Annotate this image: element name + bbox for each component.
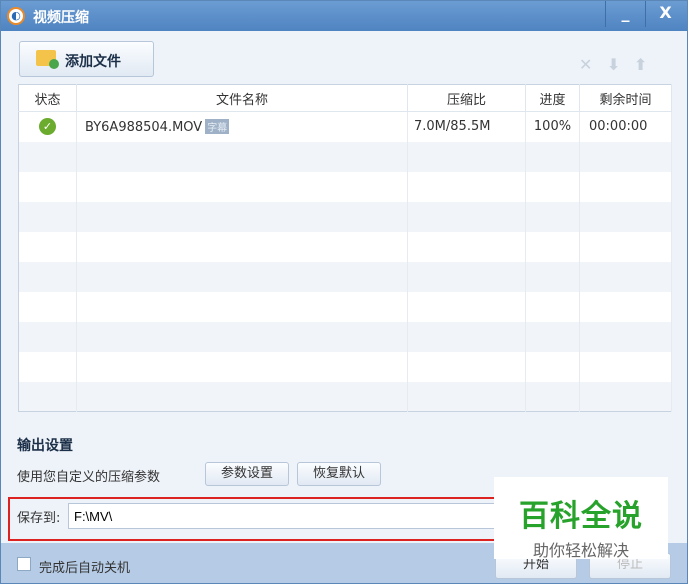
- table-row[interactable]: ✓ BY6A988504.MOV 字幕 7.0M/85.5M 100% 00:00…: [18, 111, 672, 142]
- delete-icon[interactable]: ✕: [579, 55, 592, 74]
- add-file-button[interactable]: 添加文件: [19, 41, 154, 77]
- empty-row: [18, 261, 672, 292]
- app-icon: ◐: [7, 7, 25, 25]
- header-ratio[interactable]: 压缩比: [407, 84, 526, 112]
- auto-shutdown-checkbox[interactable]: [17, 557, 31, 571]
- file-table: 状态 文件名称 压缩比 进度 剩余时间 ✓ BY6A988504.MOV 字幕 7…: [18, 84, 672, 412]
- video-compress-window: ◐ 视频压缩 _ X 添加文件 ✕ ⬇ ⬆ 状态 文件名称 压缩比 进度 剩余时…: [0, 0, 688, 584]
- move-up-icon[interactable]: ⬆: [634, 55, 647, 74]
- empty-row: [18, 171, 672, 202]
- close-button[interactable]: X: [645, 1, 685, 27]
- empty-row: [18, 321, 672, 352]
- header-filename[interactable]: 文件名称: [76, 84, 408, 112]
- filename: BY6A988504.MOV: [85, 119, 203, 135]
- save-to-label: 保存到:: [17, 511, 61, 526]
- ratio: 7.0M/85.5M: [407, 111, 526, 142]
- params-settings-button[interactable]: 参数设置: [205, 462, 289, 486]
- empty-row: [18, 351, 672, 382]
- empty-row: [18, 381, 672, 412]
- watermark-title: 百科全说: [519, 499, 643, 534]
- output-settings-title: 输出设置: [17, 438, 73, 454]
- title-bar: ◐ 视频压缩 _ X: [1, 1, 687, 31]
- check-icon: ✓: [39, 118, 56, 136]
- window-title: 视频压缩: [33, 10, 89, 26]
- watermark-subtitle: 助你轻松解决: [532, 541, 629, 560]
- empty-row: [18, 291, 672, 322]
- progress: 100%: [525, 111, 580, 142]
- minimize-button[interactable]: _: [605, 1, 645, 27]
- header-progress[interactable]: 进度: [525, 84, 580, 112]
- remaining: 00:00:00: [579, 111, 672, 142]
- subtitle-tag: 字幕: [205, 118, 230, 134]
- restore-default-button[interactable]: 恢复默认: [297, 462, 381, 486]
- add-file-label: 添加文件: [65, 54, 121, 70]
- header-remaining[interactable]: 剩余时间: [579, 84, 672, 112]
- output-description: 使用您自定义的压缩参数: [17, 470, 161, 485]
- move-down-icon[interactable]: ⬇: [607, 55, 620, 74]
- empty-row: [18, 231, 672, 262]
- watermark: 百科全说 助你轻松解决: [494, 477, 668, 560]
- add-folder-icon: [36, 50, 59, 69]
- empty-row: [18, 201, 672, 232]
- header-status[interactable]: 状态: [18, 84, 77, 112]
- table-header: 状态 文件名称 压缩比 进度 剩余时间: [18, 84, 672, 112]
- empty-row: [18, 141, 672, 172]
- auto-shutdown-label: 完成后自动关机: [39, 561, 131, 576]
